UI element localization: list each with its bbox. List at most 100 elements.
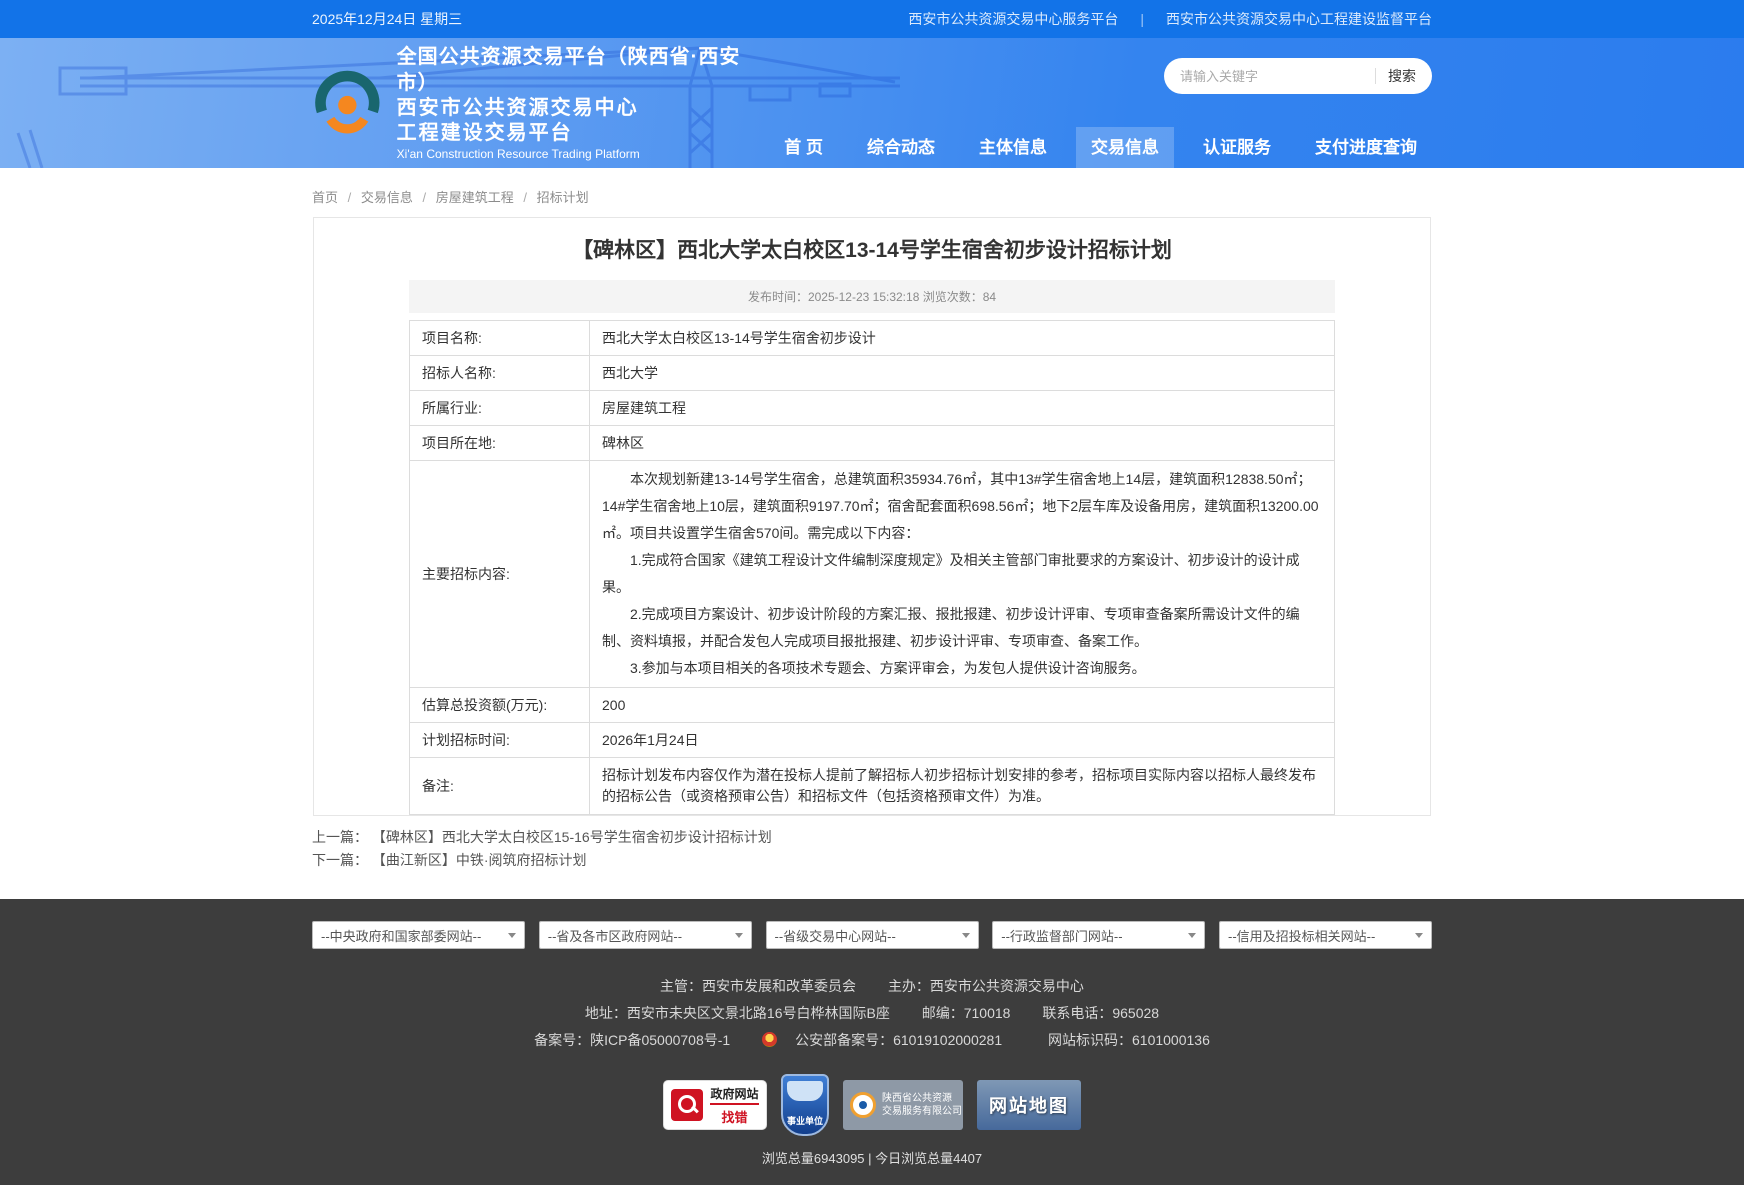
row-label-planned-tender-date: 计划招标时间: bbox=[410, 723, 590, 758]
breadcrumb: 首页 / 交易信息 / 房屋建筑工程 / 招标计划 bbox=[312, 187, 1432, 206]
chevron-down-icon bbox=[508, 933, 516, 938]
row-label-main-content: 主要招标内容: bbox=[410, 461, 590, 688]
main-content-paragraph: 本次规划新建13-14号学生宿舍，总建筑面积35934.76㎡，其中13#学生宿… bbox=[602, 466, 1322, 547]
breadcrumb-separator: / bbox=[523, 190, 527, 205]
row-label-project-name: 项目名称: bbox=[410, 321, 590, 356]
main-content-paragraph: 3.参加与本项目相关的各项技术专题会、方案评审会，为发包人提供设计咨询服务。 bbox=[602, 655, 1322, 682]
select-trading-center-sites[interactable]: --省级交易中心网站-- bbox=[766, 921, 979, 949]
footer-info-line-2: 地址：西安市未央区文景北路16号白桦林国际B座 邮编：710018 联系电话：9… bbox=[312, 1000, 1432, 1027]
article-meta: 发布时间：2025-12-23 15:32:18 浏览次数：84 bbox=[409, 280, 1335, 313]
table-row: 项目所在地: 碑林区 bbox=[410, 426, 1335, 461]
site-title-line1: 全国公共资源交易平台（陕西省·西安市） bbox=[397, 44, 756, 96]
search-input[interactable] bbox=[1180, 69, 1363, 84]
site-footer: --中央政府和国家部委网站-- --省及各市区政府网站-- --省级交易中心网站… bbox=[0, 899, 1744, 1185]
shield-badge-label: 事业单位 bbox=[781, 1114, 829, 1127]
gov-badge-line1: 政府网站 bbox=[710, 1085, 758, 1105]
row-value-planned-tender-date: 2026年1月24日 bbox=[590, 723, 1335, 758]
gov-badge-line2: 找错 bbox=[710, 1107, 758, 1126]
footer-site-id: 网站标识码：6101000136 bbox=[1048, 1032, 1210, 1048]
chevron-down-icon bbox=[1188, 933, 1196, 938]
site-title-line3: 工程建设交易平台 bbox=[397, 121, 756, 146]
row-label-remark: 备注: bbox=[410, 758, 590, 815]
logo-block[interactable]: 全国公共资源交易平台（陕西省·西安市） 西安市公共资源交易中心 工程建设交易平台… bbox=[312, 38, 755, 168]
chevron-down-icon bbox=[1415, 933, 1423, 938]
topbar-divider: | bbox=[1140, 11, 1144, 27]
select-supervision-department-sites[interactable]: --行政监督部门网站-- bbox=[992, 921, 1205, 949]
footer-icp-number: 备案号：陕ICP备05000708号-1 bbox=[534, 1032, 730, 1048]
footer-organizer: 主办：西安市公共资源交易中心 bbox=[888, 978, 1084, 994]
friendly-links-row: --中央政府和国家部委网站-- --省及各市区政府网站-- --省级交易中心网站… bbox=[312, 921, 1432, 949]
site-header: 全国公共资源交易平台（陕西省·西安市） 西安市公共资源交易中心 工程建设交易平台… bbox=[0, 38, 1744, 168]
footer-supervisor: 主管：西安市发展和改革委员会 bbox=[660, 978, 856, 994]
main-content-paragraph: 1.完成符合国家《建筑工程设计文件编制深度规定》及相关主管部门审批要求的方案设计… bbox=[602, 547, 1322, 601]
nav-certification-service[interactable]: 认证服务 bbox=[1188, 127, 1286, 168]
gov-site-error-report-badge[interactable]: 政府网站 找错 bbox=[663, 1080, 767, 1130]
article-pager: 上一篇： 【碑林区】西北大学太白校区15-16号学生宿舍初步设计招标计划 下一篇… bbox=[312, 826, 1432, 872]
breadcrumb-separator: / bbox=[423, 190, 427, 205]
footer-police-record: 公安部备案号：61019102000281 bbox=[762, 1032, 1016, 1048]
row-value-location: 碑林区 bbox=[590, 426, 1335, 461]
company-badge-line1: 陕西省公共资源 bbox=[882, 1092, 962, 1105]
article-title: 【碑林区】西北大学太白校区13-14号学生宿舍初步设计招标计划 bbox=[409, 236, 1335, 266]
visit-statistics: 浏览总量6943095 | 今日浏览总量4407 bbox=[312, 1148, 1432, 1167]
breadcrumb-tender-plan[interactable]: 招标计划 bbox=[537, 190, 589, 205]
top-bar: 2025年12月24日 星期三 西安市公共资源交易中心服务平台 | 西安市公共资… bbox=[0, 0, 1744, 38]
prev-article-link[interactable]: 【碑林区】西北大学太白校区15-16号学生宿舍初步设计招标计划 bbox=[372, 829, 772, 845]
table-row: 备注: 招标计划发布内容仅作为潜在投标人提前了解招标人初步招标计划安排的参考，招… bbox=[410, 758, 1335, 815]
select-central-government-sites[interactable]: --中央政府和国家部委网站-- bbox=[312, 921, 525, 949]
nav-comprehensive-news[interactable]: 综合动态 bbox=[852, 127, 950, 168]
breadcrumb-housing-construction[interactable]: 房屋建筑工程 bbox=[436, 190, 514, 205]
service-platform-link[interactable]: 西安市公共资源交易中心服务平台 bbox=[908, 9, 1118, 29]
row-value-industry: 房屋建筑工程 bbox=[590, 391, 1335, 426]
nav-subject-info[interactable]: 主体信息 bbox=[964, 127, 1062, 168]
site-title: 全国公共资源交易平台（陕西省·西安市） 西安市公共资源交易中心 工程建设交易平台… bbox=[397, 44, 756, 163]
table-row: 项目名称: 西北大学太白校区13-14号学生宿舍初步设计 bbox=[410, 321, 1335, 356]
search-button[interactable]: 搜索 bbox=[1388, 66, 1416, 86]
tender-plan-table: 项目名称: 西北大学太白校区13-14号学生宿舍初步设计 招标人名称: 西北大学… bbox=[409, 320, 1335, 815]
table-row: 招标人名称: 西北大学 bbox=[410, 356, 1335, 391]
nav-home[interactable]: 首 页 bbox=[769, 127, 838, 168]
chevron-down-icon bbox=[735, 933, 743, 938]
select-credit-bidding-sites[interactable]: --信用及招投标相关网站-- bbox=[1219, 921, 1432, 949]
site-map-badge[interactable]: 网站地图 bbox=[977, 1080, 1081, 1130]
prev-article-label: 上一篇： bbox=[312, 829, 368, 845]
row-value-project-name: 西北大学太白校区13-14号学生宿舍初步设计 bbox=[590, 321, 1335, 356]
public-institution-badge[interactable]: 事业单位 bbox=[781, 1074, 829, 1136]
supervision-platform-link[interactable]: 西安市公共资源交易中心工程建设监督平台 bbox=[1166, 9, 1432, 29]
magnifier-icon bbox=[671, 1089, 703, 1121]
article-panel: 【碑林区】西北大学太白校区13-14号学生宿舍初步设计招标计划 发布时间：202… bbox=[313, 217, 1431, 816]
footer-info-line-1: 主管：西安市发展和改革委员会 主办：西安市公共资源交易中心 bbox=[312, 973, 1432, 1000]
next-article-label: 下一篇： bbox=[312, 852, 368, 868]
breadcrumb-home[interactable]: 首页 bbox=[312, 190, 338, 205]
table-row: 估算总投资额(万元): 200 bbox=[410, 688, 1335, 723]
site-map-label: 网站地图 bbox=[989, 1092, 1069, 1118]
company-logo-icon bbox=[850, 1092, 876, 1118]
footer-postcode: 邮编：710018 bbox=[922, 1005, 1011, 1021]
next-article-link[interactable]: 【曲江新区】中铁·阅筑府招标计划 bbox=[372, 852, 587, 868]
table-row: 计划招标时间: 2026年1月24日 bbox=[410, 723, 1335, 758]
nav-trade-info[interactable]: 交易信息 bbox=[1076, 127, 1174, 168]
breadcrumb-trade-info[interactable]: 交易信息 bbox=[361, 190, 413, 205]
current-date: 2025年12月24日 星期三 bbox=[312, 9, 462, 29]
site-title-english: Xi'an Construction Resource Trading Plat… bbox=[397, 146, 756, 163]
nav-payment-progress[interactable]: 支付进度查询 bbox=[1300, 127, 1432, 168]
platform-logo-icon bbox=[312, 65, 383, 141]
row-label-industry: 所属行业: bbox=[410, 391, 590, 426]
search-divider bbox=[1375, 68, 1376, 84]
table-row: 所属行业: 房屋建筑工程 bbox=[410, 391, 1335, 426]
footer-badges: 政府网站 找错 事业单位 陕西省公共资源 交易服务有限公司 网站地图 bbox=[312, 1074, 1432, 1136]
main-content-paragraph: 2.完成项目方案设计、初步设计阶段的方案汇报、报批报建、初步设计评审、专项审查备… bbox=[602, 601, 1322, 655]
breadcrumb-separator: / bbox=[348, 190, 352, 205]
topbar-links: 西安市公共资源交易中心服务平台 | 西安市公共资源交易中心工程建设监督平台 bbox=[908, 9, 1432, 29]
row-label-location: 项目所在地: bbox=[410, 426, 590, 461]
row-value-estimated-investment: 200 bbox=[590, 688, 1335, 723]
row-label-estimated-investment: 估算总投资额(万元): bbox=[410, 688, 590, 723]
next-article-row: 下一篇： 【曲江新区】中铁·阅筑府招标计划 bbox=[312, 849, 1432, 872]
prev-article-row: 上一篇： 【碑林区】西北大学太白校区15-16号学生宿舍初步设计招标计划 bbox=[312, 826, 1432, 849]
footer-info-line-3: 备案号：陕ICP备05000708号-1 公安部备案号：610191020002… bbox=[312, 1027, 1432, 1054]
search-box: 搜索 bbox=[1164, 58, 1432, 94]
company-badge-line2: 交易服务有限公司 bbox=[882, 1105, 962, 1118]
select-provincial-government-sites[interactable]: --省及各市区政府网站-- bbox=[539, 921, 752, 949]
row-value-tenderer-name: 西北大学 bbox=[590, 356, 1335, 391]
shaanxi-trading-company-badge[interactable]: 陕西省公共资源 交易服务有限公司 bbox=[843, 1080, 963, 1130]
